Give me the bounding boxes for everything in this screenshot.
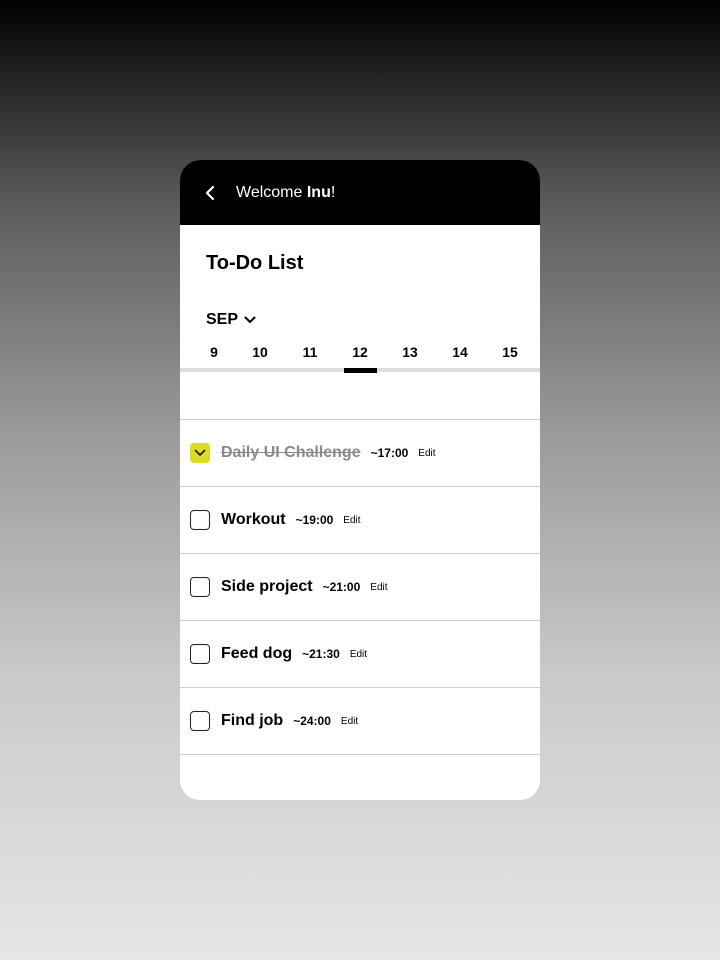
task-name: Daily UI Challenge [221,444,361,461]
edit-link[interactable]: Edit [418,448,435,459]
task-checkbox-checked[interactable] [190,443,210,463]
date-item[interactable]: 15 [490,344,530,360]
date-item[interactable]: 10 [240,344,280,360]
date-item[interactable]: 9 [194,344,234,360]
task-checkbox[interactable] [190,644,210,664]
edit-link[interactable]: Edit [350,649,367,660]
page-title: To-Do List [206,252,304,274]
task-row: Side project ~21:00 Edit [180,553,540,620]
welcome-message: Welcome Inu! [236,184,335,202]
date-item[interactable]: 11 [290,344,330,360]
task-name: Side project [221,578,313,595]
task-time: ~24:00 [293,714,331,728]
task-name: Find job [221,712,284,729]
chevron-down-icon [244,316,256,323]
task-checkbox[interactable] [190,510,210,530]
greeting-suffix: ! [330,183,336,201]
task-row: Daily UI Challenge ~17:00 Edit [180,419,540,486]
task-row: Feed dog ~21:30 Edit [180,620,540,687]
task-checkbox[interactable] [190,711,210,731]
date-item-selected[interactable]: 12 [340,344,380,360]
user-name: Inu [306,183,331,201]
task-time: ~21:00 [322,580,361,594]
header-bar: Welcome Inu! [180,160,540,225]
task-list: Daily UI Challenge ~17:00 Edit Workout ~… [180,419,540,755]
back-button[interactable] [200,183,220,203]
task-name: Feed dog [221,645,293,662]
date-item[interactable]: 14 [440,344,480,360]
date-item[interactable]: 13 [390,344,430,360]
month-selector[interactable]: SEP [206,311,256,329]
task-name: Workout [221,511,286,528]
edit-link[interactable]: Edit [341,716,358,727]
selected-date-indicator [344,368,377,373]
task-checkbox[interactable] [190,577,210,597]
greeting-prefix: Welcome [236,183,307,201]
todo-card: Welcome Inu! To-Do List SEP 9 10 11 12 1… [180,160,540,800]
task-time: ~21:30 [302,647,340,661]
task-time: ~17:00 [370,446,409,460]
edit-link[interactable]: Edit [343,515,360,526]
check-icon [194,449,206,456]
chevron-left-icon [205,185,215,200]
task-row: Workout ~19:00 Edit [180,486,540,553]
month-label: SEP [206,311,239,328]
task-time: ~19:00 [295,513,334,527]
edit-link[interactable]: Edit [370,582,387,593]
task-row: Find job ~24:00 Edit [180,687,540,755]
